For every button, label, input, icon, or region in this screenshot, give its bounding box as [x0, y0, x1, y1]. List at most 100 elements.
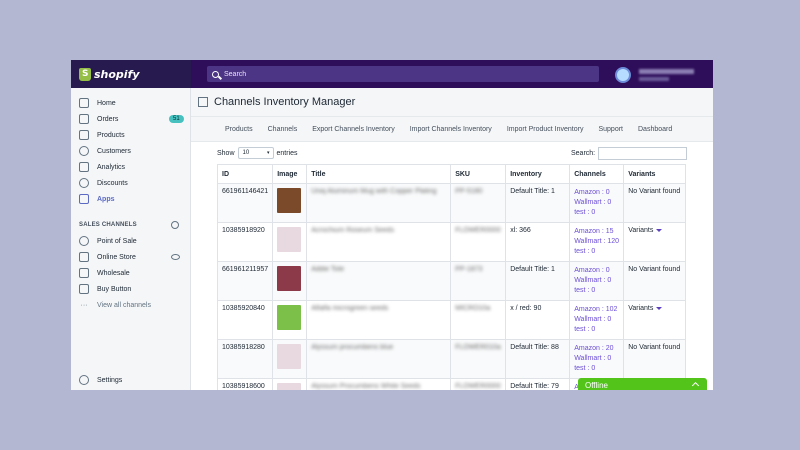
- tab-channels[interactable]: Channels: [268, 126, 298, 133]
- app-header: Channels Inventory Manager: [191, 88, 713, 116]
- sidebar-item-label: Wholesale: [97, 269, 130, 277]
- sidebar-item-products[interactable]: Products: [79, 129, 125, 141]
- variants-dropdown[interactable]: Variants: [628, 227, 663, 234]
- entries-select[interactable]: 10 ▾: [237, 147, 274, 159]
- channel-link[interactable]: Wallmart : 120: [574, 237, 619, 247]
- bar-chart-icon: [79, 162, 89, 172]
- shopify-bag-icon: [79, 67, 91, 81]
- product-sku: PP-5180: [455, 188, 483, 195]
- table-row: 661961211957 Addie Tote PP-1873 Default Tit…: [216, 261, 687, 301]
- channel-link[interactable]: Wallmart : 0: [574, 315, 619, 325]
- channel-link[interactable]: test : 0: [574, 325, 619, 335]
- tab-export-channels-inventory[interactable]: Export Channels Inventory: [312, 126, 395, 133]
- user-menu[interactable]: [615, 63, 705, 86]
- sidebar-item-orders[interactable]: Orders: [79, 113, 118, 125]
- sidebar-item-home[interactable]: Home: [79, 97, 116, 109]
- row-sku: FLOWER010a: [450, 339, 507, 379]
- product-sku: MICRO10a: [455, 305, 491, 312]
- offline-chat-widget[interactable]: Offline: [578, 378, 707, 390]
- channel-link[interactable]: test : 0: [574, 247, 619, 257]
- col-variants[interactable]: Variants: [623, 164, 687, 184]
- sidebar-item-label: Orders: [97, 115, 119, 123]
- channel-link[interactable]: Amazon : 0: [574, 266, 619, 276]
- chevron-up-icon: [691, 381, 700, 390]
- sidebar-item-point-of-sale[interactable]: Point of Sale: [79, 235, 137, 247]
- row-sku: MICRO10a: [450, 300, 507, 340]
- table-search-input[interactable]: [598, 147, 688, 160]
- channel-link[interactable]: Wallmart : 0: [574, 198, 619, 208]
- product-thumbnail: [277, 188, 302, 213]
- sidebar-item-analytics[interactable]: Analytics: [79, 161, 125, 173]
- row-variants: Variants: [623, 222, 687, 262]
- sidebar-item-label: Discounts: [97, 179, 128, 187]
- store-icon: [79, 252, 89, 262]
- col-title[interactable]: Title: [306, 164, 452, 184]
- product-sku: FLOWER0000: [455, 383, 501, 390]
- row-title: Alyssum Procumbens White Seeds: [306, 378, 452, 390]
- row-sku: PP-5180: [450, 183, 507, 223]
- tab-import-product-inventory[interactable]: Import Product Inventory: [507, 126, 584, 133]
- product-title: Alfalfa microgreen seeds: [311, 305, 389, 312]
- row-variants: Variants: [623, 300, 687, 340]
- channel-link[interactable]: Wallmart : 0: [574, 354, 619, 364]
- product-sku: FLOWER0000: [455, 227, 501, 234]
- channel-link[interactable]: test : 0: [574, 364, 619, 374]
- user-name-redacted: [639, 68, 694, 81]
- sidebar-item-settings[interactable]: Settings: [79, 374, 122, 386]
- product-title: Alyssum Procumbens White Seeds: [311, 383, 421, 390]
- tab-products[interactable]: Products: [225, 126, 253, 133]
- col-id[interactable]: ID: [216, 164, 274, 184]
- channel-link[interactable]: Amazon : 20: [574, 344, 619, 354]
- sidebar-item-customers[interactable]: Customers: [79, 145, 131, 157]
- row-inventory: xl: 366: [505, 222, 571, 262]
- row-variants: No Variant found: [623, 339, 687, 379]
- shopify-logo[interactable]: shopify: [71, 60, 191, 88]
- channel-link[interactable]: Wallmart : 0: [574, 276, 619, 286]
- col-image[interactable]: Image: [272, 164, 308, 184]
- channel-link[interactable]: test : 0: [574, 208, 619, 218]
- col-inventory[interactable]: Inventory: [505, 164, 571, 184]
- sidebar-item-apps[interactable]: Apps: [79, 193, 115, 205]
- tab-import-channels-inventory[interactable]: Import Channels Inventory: [410, 126, 492, 133]
- channel-link[interactable]: Amazon : 0: [574, 188, 619, 198]
- sidebar-item-wholesale[interactable]: Wholesale: [79, 267, 130, 279]
- sidebar-item-online-store[interactable]: Online Store: [79, 251, 136, 263]
- search-icon: [212, 70, 219, 78]
- row-channels: Amazon : 15 Wallmart : 120 test : 0: [569, 222, 625, 262]
- apps-icon: [79, 194, 89, 204]
- add-channel-icon[interactable]: [171, 221, 179, 229]
- top-bar: shopify Search: [71, 60, 713, 88]
- tag-icon: [79, 130, 89, 140]
- sidebar-item-discounts[interactable]: Discounts: [79, 177, 128, 189]
- col-sku[interactable]: SKU: [450, 164, 507, 184]
- product-title: Alyssum procumbens blue: [311, 344, 394, 351]
- channel-link[interactable]: Amazon : 15: [574, 227, 619, 237]
- sidebar-item-label: Home: [97, 99, 116, 107]
- row-variants: No Variant found: [623, 261, 687, 301]
- tab-dashboard[interactable]: Dashboard: [638, 126, 672, 133]
- search-input[interactable]: Search: [207, 66, 599, 82]
- search-placeholder: Search: [224, 70, 247, 78]
- sidebar-item-label: Settings: [97, 376, 123, 384]
- eye-icon[interactable]: [171, 254, 180, 260]
- view-all-channels-link[interactable]: ··· View all channels: [79, 299, 151, 311]
- variants-dropdown[interactable]: Variants: [628, 305, 663, 312]
- sidebar-item-buy-button[interactable]: Buy Button: [79, 283, 131, 295]
- orders-icon: [79, 114, 89, 124]
- tab-support[interactable]: Support: [598, 126, 623, 133]
- channel-link[interactable]: test : 0: [574, 286, 619, 296]
- channel-link[interactable]: Amazon : 102: [574, 305, 619, 315]
- product-title: Acrochium Roseum Seeds: [311, 227, 395, 234]
- row-title: Uniq Aluminum Mug with Copper Plating: [306, 183, 452, 223]
- col-channels[interactable]: Channels: [569, 164, 625, 184]
- row-image: [272, 339, 308, 379]
- product-thumbnail: [277, 344, 302, 369]
- row-inventory: Default Title: 1: [505, 261, 571, 301]
- product-sku: FLOWER010a: [455, 344, 501, 351]
- buy-button-icon: [79, 284, 89, 294]
- inventory-table: ID Image Title SKU Inventory Channels Va…: [216, 164, 687, 390]
- sidebar-item-label: Analytics: [97, 163, 126, 171]
- row-inventory: x / red: 90: [505, 300, 571, 340]
- table-search: Search:: [571, 147, 688, 160]
- logo-text: shopify: [94, 67, 140, 81]
